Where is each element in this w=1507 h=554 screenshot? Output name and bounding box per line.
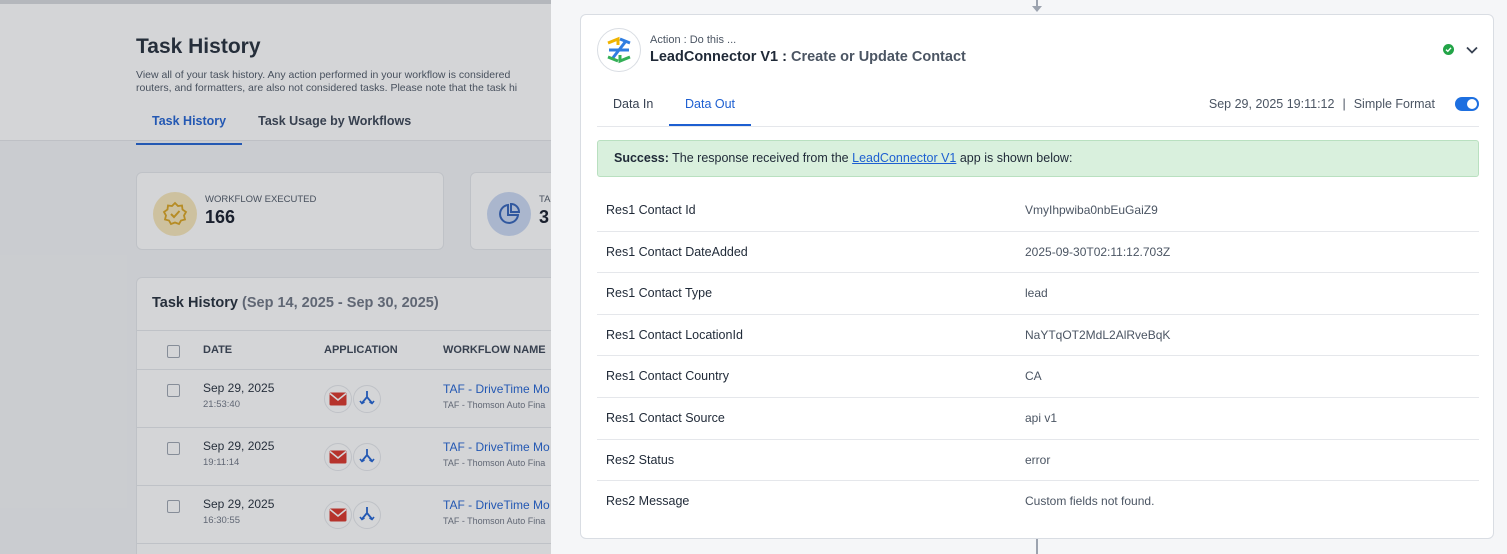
field-value: NaYTqOT2MdL2AlRveBqK — [1025, 327, 1171, 342]
response-fields-table: Res1 Contact Id VmyIhpwiba0nbEuGaiZ9 Res… — [597, 190, 1479, 523]
step-action-name: Create or Update Contact — [791, 49, 966, 65]
field-row: Res1 Contact Id VmyIhpwiba0nbEuGaiZ9 — [597, 190, 1479, 232]
field-row: Res2 Status error — [597, 440, 1479, 482]
field-value: VmyIhpwiba0nbEuGaiZ9 — [1025, 203, 1158, 217]
field-row: Res1 Contact LocationId NaYTqOT2MdL2AlRv… — [597, 315, 1479, 357]
execution-timestamp: Sep 29, 2025 19:11:12 — [1208, 97, 1335, 111]
execution-meta: Sep 29, 2025 19:11:12 | Simple Format — [1208, 97, 1435, 111]
field-key: Res1 Contact DateAdded — [606, 244, 748, 259]
simple-format-label: Simple Format — [1353, 97, 1435, 111]
action-step-card: Action : Do this ... LeadConnector V1 : … — [580, 14, 1494, 539]
field-key: Res1 Contact Type — [606, 286, 713, 301]
tab-data-in[interactable]: Data In — [613, 97, 653, 111]
field-row: Res1 Contact Type lead — [597, 273, 1479, 315]
field-value: error — [1025, 452, 1051, 467]
field-row: Res1 Contact Source api v1 — [597, 398, 1479, 440]
active-tab-indicator — [669, 124, 751, 126]
modal-backdrop[interactable] — [0, 0, 551, 554]
field-key: Res2 Status — [606, 452, 675, 467]
field-row: Res1 Contact DateAdded 2025-09-30T02:11:… — [597, 232, 1479, 274]
field-key: Res1 Contact Source — [606, 410, 725, 425]
field-key: Res1 Contact Id — [606, 203, 696, 217]
field-value: 2025-09-30T02:11:12.703Z — [1025, 244, 1171, 259]
flow-connector — [1036, 539, 1038, 554]
leadconnector-logo-icon — [597, 28, 641, 72]
simple-format-toggle[interactable] — [1455, 97, 1479, 111]
field-key: Res1 Contact Country — [606, 369, 729, 384]
step-title: LeadConnector V1 : Create or Update Cont… — [650, 49, 966, 65]
success-banner: Success: The response received from the … — [597, 140, 1479, 177]
field-value: Custom fields not found. — [1025, 494, 1155, 509]
field-key: Res1 Contact LocationId — [606, 327, 743, 342]
field-row: Res1 Contact Country CA — [597, 356, 1479, 398]
data-tabs: Data In Data Out Sep 29, 2025 19:11:12 | S… — [597, 87, 1479, 127]
step-app-name: LeadConnector V1 : — [650, 49, 787, 65]
field-value: CA — [1025, 369, 1042, 384]
field-value: lead — [1025, 286, 1048, 301]
flow-arrow-icon — [1032, 6, 1042, 12]
chevron-down-icon[interactable] — [1465, 42, 1479, 60]
field-value: api v1 — [1025, 410, 1058, 425]
field-key: Res2 Message — [606, 494, 690, 509]
tab-data-out[interactable]: Data Out — [685, 97, 735, 111]
app-link[interactable]: LeadConnector V1 — [852, 151, 956, 165]
step-kicker: Action : Do this ... — [650, 34, 737, 46]
field-row: Res2 Message Custom fields not found. — [597, 481, 1479, 523]
success-check-icon — [1443, 44, 1454, 55]
success-label: Success: — [614, 151, 669, 165]
